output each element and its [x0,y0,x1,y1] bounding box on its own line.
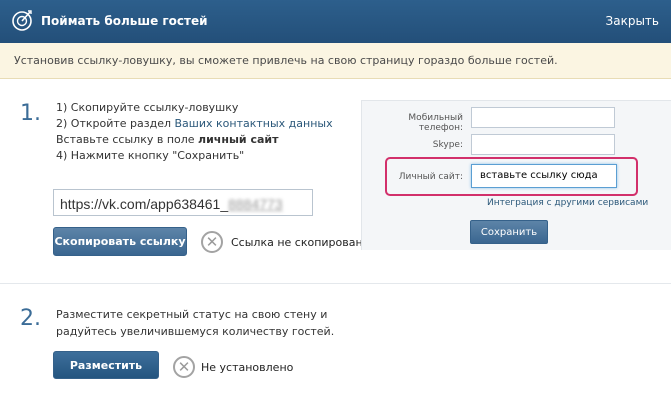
instruction-line-4: 4) Нажмите кнопку "Сохранить" [56,149,245,162]
personal-site-field: вставьте ссылку сюда [471,164,617,188]
skype-label: Skype: [432,140,463,150]
instruction-line-2-text: 2) Откройте раздел [56,117,175,130]
skype-field [471,134,615,155]
step-2-line-2: радуйтесь увеличившемуся количеству гост… [56,325,335,338]
trap-link-text: https://vk.com/app638461_ [60,196,229,212]
close-button[interactable]: Закрыть [606,14,659,28]
personal-site-label: Личный сайт: [398,172,463,182]
step-2-instructions: Разместите секретный статус на свою стен… [56,306,334,340]
close-circle-icon: ✕ [173,356,195,378]
step-2-line-1: Разместите секретный статус на свою стен… [56,308,328,321]
instruction-line-3: Вставьте ссылку в поле личный сайт [56,132,333,148]
trap-link-blurred-id: 8884773 [228,196,283,212]
dialog-header: Поймать больше гостей Закрыть [0,0,671,43]
close-circle-icon: ✕ [201,231,223,253]
mobile-phone-field [471,107,615,128]
step-1-number: 1. [20,101,41,126]
copy-link-button[interactable]: Скопировать ссылку [53,227,187,256]
contact-data-link[interactable]: Ваших контактных данных [175,117,333,130]
info-notice: Установив ссылку-ловушку, вы сможете при… [0,43,671,79]
instruction-line-2: 2) Откройте раздел Ваших контактных данн… [56,116,333,132]
step-2-number: 2. [20,306,41,331]
trap-link-input[interactable]: https://vk.com/app638461_8884773 [53,189,313,216]
preview-save-button: Сохранить [470,220,548,244]
mobile-phone-label: Мобильный телефон: [408,113,463,133]
instruction-line-1: 1) Скопируйте ссылку-ловушку [56,101,239,114]
app-logo-icon [12,10,32,31]
section-divider [0,283,671,284]
integration-link: Интеграция с другими сервисами [487,198,649,208]
place-status-button[interactable]: Разместить [53,351,159,379]
step-1-instructions: 1) Скопируйте ссылку-ловушку 2) Откройте… [56,100,333,164]
place-status-text: Не установлено [201,361,294,374]
personal-site-bold: личный сайт [198,133,279,146]
dialog-title: Поймать больше гостей [41,14,208,28]
copy-status-text: Ссылка не скопирована [231,236,370,249]
instruction-line-3-text: Вставьте ссылку в поле [56,133,199,146]
